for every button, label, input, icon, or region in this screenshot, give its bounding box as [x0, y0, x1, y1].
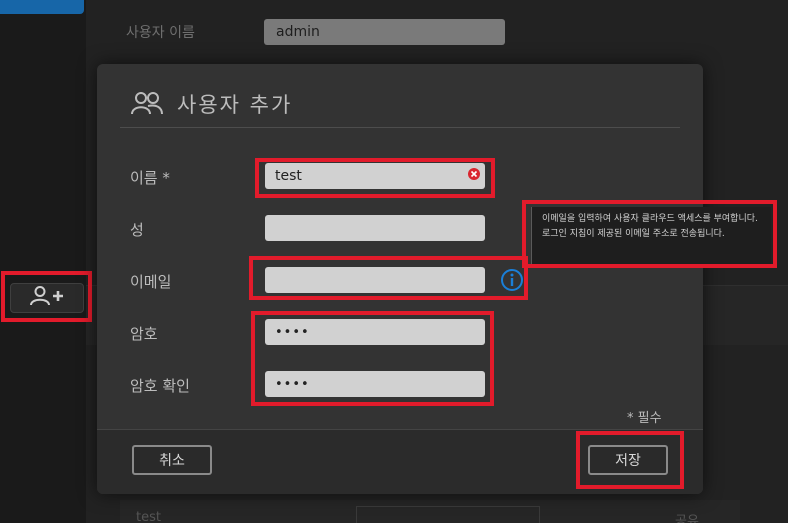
highlight-tooltip	[522, 200, 777, 268]
highlight-add-user	[1, 271, 92, 322]
nav-highlight[interactable]	[0, 0, 84, 14]
cancel-button[interactable]: 취소	[132, 445, 212, 475]
email-label: 이메일	[130, 273, 172, 291]
highlight-first-name	[255, 158, 495, 198]
title-divider	[120, 127, 680, 128]
bg-username-field[interactable]: admin	[264, 19, 505, 45]
required-note: * 필수	[627, 411, 662, 426]
confirm-password-label: 암호 확인	[130, 377, 190, 395]
left-panel	[0, 0, 86, 523]
highlight-email	[249, 256, 528, 300]
dialog-title: 사용자 추가	[177, 93, 293, 117]
highlight-passwords	[251, 311, 494, 406]
first-name-label: 이름 *	[130, 169, 170, 187]
last-name-field[interactable]	[265, 215, 485, 241]
last-name-label: 성	[130, 221, 144, 239]
bg-row-name: test	[136, 510, 161, 523]
users-icon	[131, 90, 165, 120]
bg-row-share: 공유	[675, 514, 699, 523]
highlight-save	[576, 431, 684, 489]
password-label: 암호	[130, 325, 158, 343]
bg-username-label: 사용자 이름	[126, 25, 195, 41]
bg-row-actions	[356, 506, 540, 523]
